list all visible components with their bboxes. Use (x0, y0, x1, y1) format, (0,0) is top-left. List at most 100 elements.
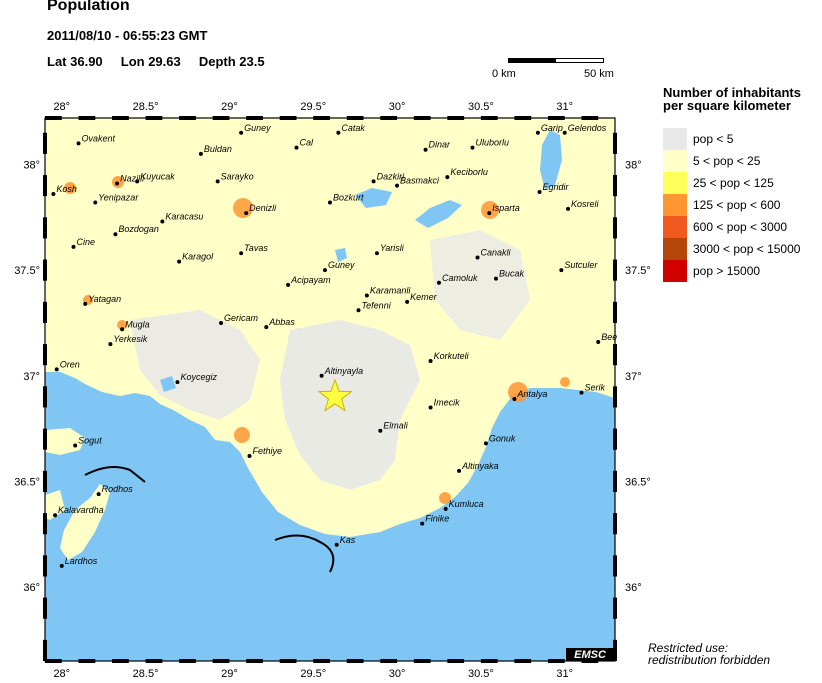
x-tick-label: 28.5° (133, 101, 159, 113)
city-marker (559, 268, 564, 273)
city-label: Yarisli (380, 243, 405, 253)
city-marker (319, 373, 324, 378)
city-marker (160, 219, 165, 224)
legend-label: 25 < pop < 125 (693, 176, 774, 190)
city-marker (76, 141, 81, 146)
city-label: Tefenni (362, 300, 392, 310)
city-marker (428, 358, 433, 363)
city-marker (445, 175, 450, 180)
city-marker (244, 211, 249, 216)
restriction-line2: redistribution forbidden (648, 653, 771, 667)
city-marker (364, 293, 369, 298)
x-tick-label: 29° (221, 101, 238, 113)
city-label: Korkuteli (434, 351, 470, 361)
legend-item: 25 < pop < 125 (663, 172, 821, 194)
city-marker (247, 454, 252, 459)
y-tick-label: 36.5° (14, 476, 40, 488)
city-marker (115, 181, 120, 186)
city-marker (470, 145, 475, 150)
city-label: Yenipazar (98, 193, 139, 203)
city-marker (566, 206, 571, 211)
city-marker (596, 339, 601, 344)
city-label: Finike (425, 514, 449, 524)
city-marker (443, 506, 448, 511)
city-label: Denizli (249, 203, 277, 213)
city-label: Cine (77, 237, 96, 247)
legend-label: 125 < pop < 600 (693, 198, 781, 212)
city-label: Karacasu (165, 212, 203, 222)
city-marker (294, 145, 299, 150)
x-tick-label: 28° (53, 668, 70, 680)
city-marker (93, 200, 98, 205)
y-tick-label: 36° (625, 582, 642, 594)
city-label: Karamanli (370, 285, 412, 295)
city-label: Abbas (268, 317, 295, 327)
legend-item: 600 < pop < 3000 (663, 216, 821, 238)
city-label: Uluborlu (476, 138, 510, 148)
legend-items: pop < 5 5 < pop < 25 25 < pop < 125 125 < p… (663, 128, 821, 282)
city-marker (135, 179, 140, 184)
legend-item: pop > 15000 (663, 260, 821, 282)
legend-label: 3000 < pop < 15000 (693, 242, 801, 256)
city-label: Buldan (204, 144, 232, 154)
city-label: Karagol (182, 252, 214, 262)
city-label: Kalavardha (58, 505, 104, 515)
city-marker (96, 492, 101, 497)
legend-label: 5 < pop < 25 (693, 154, 761, 168)
city-label: Kosh (56, 184, 77, 194)
city-marker (371, 179, 376, 184)
city-label: Gonuk (489, 433, 516, 443)
city-marker (378, 428, 383, 433)
city-marker (54, 367, 59, 372)
x-tick-label: 30.5° (468, 101, 494, 113)
city-label: Camoluk (442, 273, 478, 283)
city-marker (71, 244, 76, 249)
y-tick-label: 38° (23, 159, 40, 171)
city-marker (512, 397, 517, 402)
city-label: Isparta (492, 203, 520, 213)
city-label: Kumluca (449, 499, 484, 509)
x-tick-label: 30° (389, 668, 406, 680)
city-label: Basmakci (400, 176, 440, 186)
city-marker (322, 268, 327, 273)
city-marker (334, 542, 339, 547)
city-marker (120, 327, 125, 332)
legend-item: 3000 < pop < 15000 (663, 238, 821, 260)
x-tick-label: 31° (556, 101, 573, 113)
city-marker (562, 130, 567, 135)
city-label: Koycegiz (180, 372, 217, 382)
y-tick-label: 36° (23, 582, 40, 594)
city-label: Sutculer (564, 260, 598, 270)
city-marker (286, 282, 291, 287)
city-label: Garip (541, 123, 563, 133)
city-label: Bozdogan (118, 224, 159, 234)
legend: Number of inhabitants per square kilomet… (663, 86, 821, 282)
city-marker (108, 342, 113, 347)
legend-title-line2: per square kilometer (663, 98, 791, 113)
city-marker (73, 443, 78, 448)
city-marker (328, 200, 332, 205)
city-label: Dinar (429, 140, 452, 150)
city-label: Bee (601, 332, 617, 342)
city-marker (423, 147, 428, 152)
city-marker (487, 211, 492, 216)
city-label: Yerkesik (113, 334, 148, 344)
city-marker (198, 151, 203, 156)
x-tick-label: 29.5° (300, 101, 326, 113)
x-tick-label: 30° (389, 101, 406, 113)
city-marker (537, 189, 542, 194)
city-label: Imecik (434, 397, 461, 407)
city-marker (239, 251, 244, 256)
y-tick-label: 36.5° (625, 476, 651, 488)
y-tick-label: 37.5° (625, 265, 651, 277)
y-tick-label: 37° (23, 371, 40, 383)
legend-label: 600 < pop < 3000 (693, 220, 788, 234)
city-label: Keciborlu (450, 167, 488, 177)
legend-label: pop > 15000 (693, 264, 761, 278)
x-tick-label: 31° (556, 668, 573, 680)
city-marker (374, 251, 379, 256)
city-label: Sarayko (221, 171, 254, 181)
city-marker (579, 390, 584, 395)
city-label: Lardhos (65, 556, 98, 566)
y-tick-label: 37° (625, 371, 642, 383)
